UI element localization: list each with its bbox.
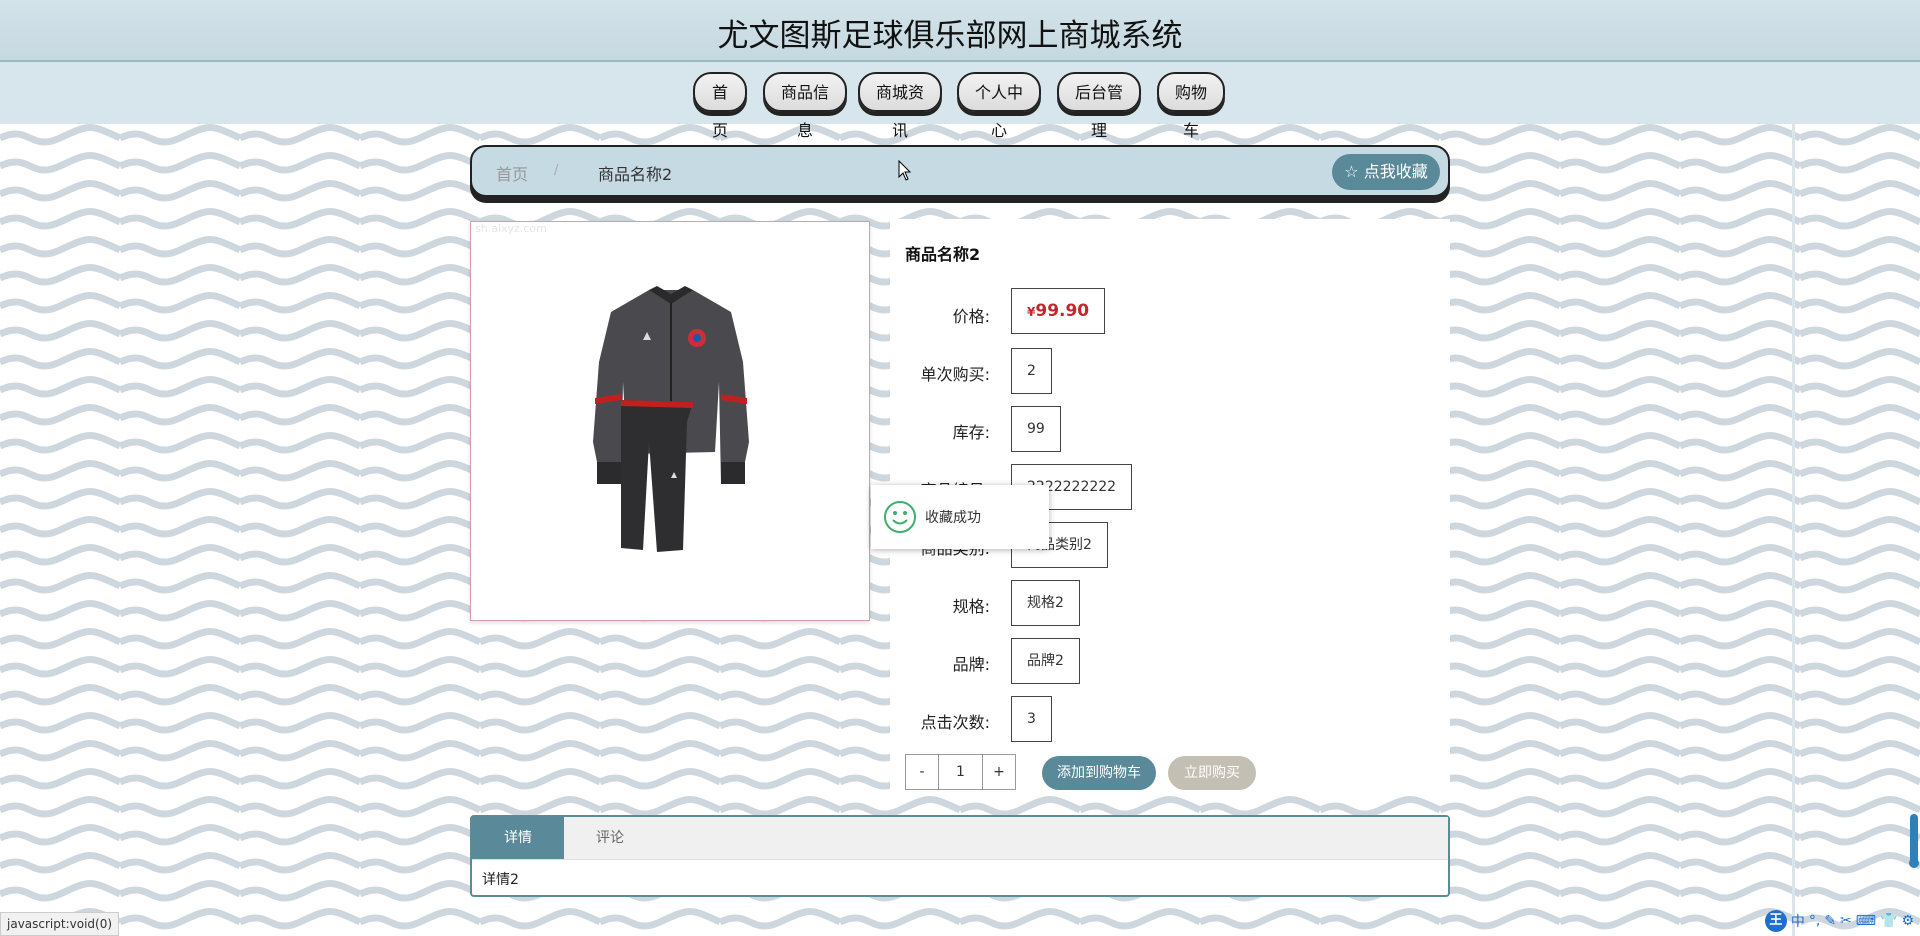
ime-logo-icon[interactable]: 王 [1764,910,1787,932]
stock-value: 99 [1011,406,1061,452]
site-header: 尤文图斯足球俱乐部网上商城系统 [0,0,1920,62]
toast-message: 收藏成功 [925,510,981,526]
nav-cart[interactable]: 购物车 [1157,72,1225,140]
price-value: 99.90 [1035,301,1090,321]
purchase-limit-value: 2 [1011,348,1052,394]
click-count-value: 3 [1011,696,1052,742]
ime-toolbar: 王 中 °, ✎ ✂ ⌨ 👕 ⚙ [1764,910,1914,932]
ime-skin-icon[interactable]: 👕 [1880,913,1897,929]
favorite-button[interactable]: ☆ 点我收藏 [1332,154,1440,190]
tab-strip: 详情 评论 [472,817,1448,860]
ime-settings-icon[interactable]: ⚙ [1901,913,1914,929]
purchase-limit-label: 单次购买: [920,365,990,384]
tab-details[interactable]: 详情 [472,817,564,859]
breadcrumb: 首页 / 商品名称2 ☆ 点我收藏 [470,145,1450,197]
price-value-box: ¥99.90 [1011,288,1106,334]
toast-notification: 收藏成功 [871,485,1049,549]
brand-label: 品牌: [952,655,990,674]
ime-punctuation-icon[interactable]: °, [1809,913,1820,929]
quantity-plus-button[interactable]: + [982,754,1016,790]
tab-content: 详情2 [482,872,519,888]
buy-now-button[interactable]: 立即购买 [1168,756,1256,790]
breadcrumb-current: 商品名称2 [598,165,673,184]
breadcrumb-home-link[interactable]: 首页 [496,161,528,185]
scroll-handle[interactable] [1909,858,1919,868]
spec-value: 规格2 [1011,580,1080,626]
breadcrumb-separator: / [554,163,559,178]
ime-chinese-mode[interactable]: 中 [1791,911,1805,931]
mouse-cursor-icon [898,160,912,181]
scroll-thumb[interactable] [1910,814,1918,864]
detail-tabs: 详情 评论 详情2 [470,815,1450,897]
product-name: 商品名称2 [905,245,981,264]
add-to-cart-button[interactable]: 添加到购物车 [1042,756,1156,790]
nav-product-info[interactable]: 商品信息 [763,72,847,140]
click-count-label: 点击次数: [920,713,990,732]
ime-keyboard-icon[interactable]: ⌨ [1856,913,1876,929]
tracksuit-image [593,286,749,552]
stock-label: 库存: [952,423,990,442]
main-nav: 首页 商品信息 商城资讯 个人中心 后台管理 购物车 [0,62,1920,140]
nav-home[interactable]: 首页 [693,72,747,140]
browser-status-bar: javascript:void(0) [0,912,120,936]
nav-personal-center[interactable]: 个人中心 [957,72,1041,140]
smile-icon [884,501,916,533]
price-label: 价格: [952,307,990,326]
brand-value: 品牌2 [1011,638,1080,684]
quantity-minus-button[interactable]: - [905,754,939,790]
site-title: 尤文图斯足球俱乐部网上商城系统 [717,18,1183,54]
nav-mall-news[interactable]: 商城资讯 [858,72,942,140]
quantity-input[interactable]: 1 [938,754,983,790]
product-image: sh.alxyz.com [470,221,870,621]
tab-comments[interactable]: 评论 [564,817,656,859]
ime-scissors-icon[interactable]: ✂ [1840,913,1852,929]
image-watermark: sh.alxyz.com [475,222,547,235]
ime-handwriting-icon[interactable]: ✎ [1824,913,1836,929]
spec-label: 规格: [952,597,990,616]
nav-admin[interactable]: 后台管理 [1057,72,1141,140]
